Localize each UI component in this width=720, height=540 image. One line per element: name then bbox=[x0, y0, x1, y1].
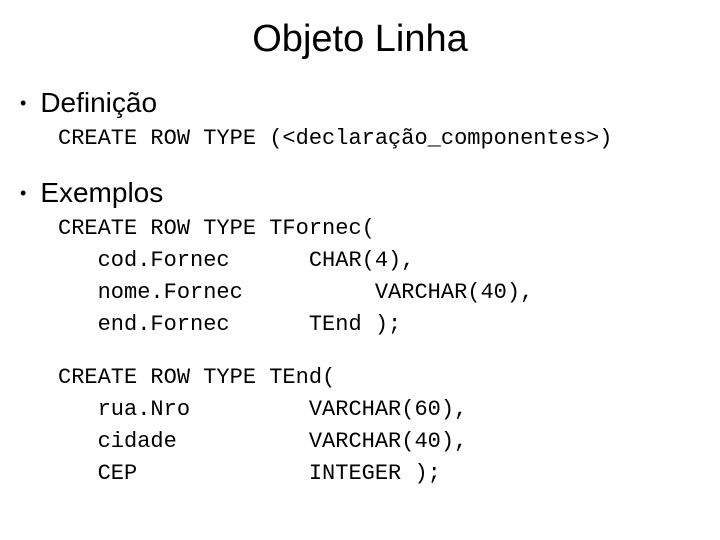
section-heading-definicao: • Definição bbox=[20, 87, 700, 119]
slide-title: Objeto Linha bbox=[20, 18, 700, 61]
heading-text: Definição bbox=[40, 87, 157, 119]
bullet-dot: • bbox=[20, 184, 26, 202]
code-exemplo-2: CREATE ROW TYPE TEnd( rua.Nro VARCHAR(60… bbox=[58, 362, 700, 490]
slide: Objeto Linha • Definição CREATE ROW TYPE… bbox=[0, 0, 720, 540]
bullet-dot: • bbox=[20, 94, 26, 112]
code-definicao: CREATE ROW TYPE (<declaração_componentes… bbox=[58, 123, 700, 155]
heading-text: Exemplos bbox=[40, 177, 163, 209]
section-heading-exemplos: • Exemplos bbox=[20, 177, 700, 209]
code-exemplo-1: CREATE ROW TYPE TFornec( cod.Fornec CHAR… bbox=[58, 213, 700, 341]
